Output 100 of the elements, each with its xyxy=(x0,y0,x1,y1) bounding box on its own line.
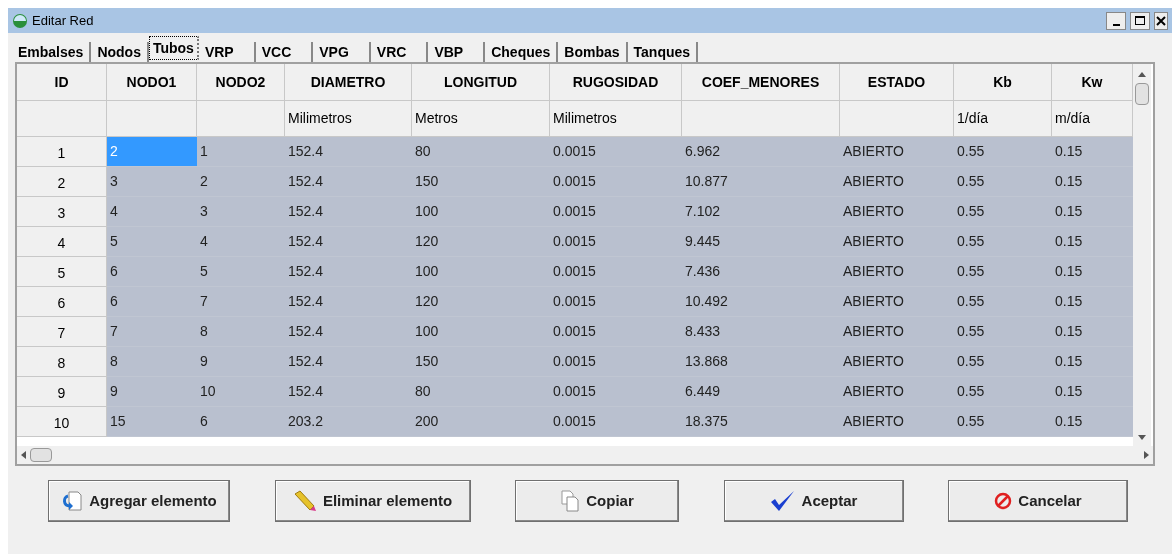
table-cell[interactable]: 150 xyxy=(412,347,550,377)
table-cell[interactable]: ABIERTO xyxy=(840,257,954,287)
action-button[interactable]: Agregar elemento xyxy=(48,480,230,522)
table-cell[interactable]: 200 xyxy=(412,407,550,437)
table-cell[interactable]: 4 xyxy=(107,197,197,227)
close-button[interactable] xyxy=(1154,11,1168,30)
scroll-left-icon[interactable] xyxy=(21,451,26,459)
table-cell[interactable]: 152.4 xyxy=(285,317,412,347)
table-cell[interactable]: ABIERTO xyxy=(840,377,954,407)
row-header[interactable]: 9 xyxy=(17,377,107,407)
table-cell[interactable]: 18.375 xyxy=(682,407,840,437)
table-cell[interactable]: 0.55 xyxy=(954,137,1052,167)
table-cell[interactable]: 152.4 xyxy=(285,347,412,377)
table-cell[interactable]: 0.0015 xyxy=(550,287,682,317)
table-cell[interactable]: 4 xyxy=(197,227,285,257)
table-cell[interactable]: 6 xyxy=(107,287,197,317)
table-cell[interactable]: 0.15 xyxy=(1052,287,1133,317)
vertical-scrollbar[interactable] xyxy=(1133,64,1151,446)
table-cell[interactable]: 15 xyxy=(107,407,197,437)
action-button[interactable]: Copiar xyxy=(515,480,679,522)
table-cell[interactable]: 0.0015 xyxy=(550,377,682,407)
table-cell[interactable]: 6.449 xyxy=(682,377,840,407)
table-cell[interactable]: 9 xyxy=(197,347,285,377)
table-cell[interactable]: 152.4 xyxy=(285,167,412,197)
action-button[interactable]: Cancelar xyxy=(948,480,1128,522)
tab[interactable]: Tubos xyxy=(148,36,199,60)
column-header[interactable]: DIAMETRO xyxy=(285,64,412,101)
table-cell[interactable]: ABIERTO xyxy=(840,227,954,257)
table-cell[interactable]: 0.15 xyxy=(1052,347,1133,377)
table-cell[interactable]: 0.55 xyxy=(954,317,1052,347)
table-cell[interactable]: 0.15 xyxy=(1052,137,1133,167)
row-header[interactable]: 4 xyxy=(17,227,107,257)
table-cell[interactable]: 7 xyxy=(107,317,197,347)
table-cell[interactable]: 100 xyxy=(412,317,550,347)
column-header[interactable]: Kb xyxy=(954,64,1052,101)
table-cell[interactable]: 0.15 xyxy=(1052,257,1133,287)
table-cell[interactable]: 6 xyxy=(107,257,197,287)
table-cell[interactable]: ABIERTO xyxy=(840,347,954,377)
table-cell[interactable]: 5 xyxy=(107,227,197,257)
scroll-right-icon[interactable] xyxy=(1144,451,1149,459)
row-header[interactable]: 5 xyxy=(17,257,107,287)
table-cell[interactable]: 0.0015 xyxy=(550,257,682,287)
table-cell[interactable]: 0.0015 xyxy=(550,227,682,257)
table-cell[interactable]: 0.15 xyxy=(1052,407,1133,437)
action-button[interactable]: Aceptar xyxy=(723,480,904,522)
table-cell[interactable]: 9 xyxy=(107,377,197,407)
column-header[interactable]: LONGITUD xyxy=(412,64,550,101)
table-cell[interactable]: 8 xyxy=(197,317,285,347)
table-cell[interactable]: 0.55 xyxy=(954,167,1052,197)
table-cell[interactable]: 152.4 xyxy=(285,287,412,317)
column-header[interactable]: NODO2 xyxy=(197,64,285,101)
column-header[interactable]: ID xyxy=(17,64,107,101)
maximize-button[interactable] xyxy=(1130,11,1150,30)
table-cell[interactable]: 152.4 xyxy=(285,257,412,287)
table-cell[interactable]: 3 xyxy=(107,167,197,197)
table-cell[interactable]: 80 xyxy=(412,137,550,167)
row-header[interactable]: 3 xyxy=(17,197,107,227)
table-cell[interactable]: 0.55 xyxy=(954,197,1052,227)
scroll-up-icon[interactable] xyxy=(1138,72,1146,77)
table-cell[interactable]: 0.0015 xyxy=(550,317,682,347)
table-cell[interactable]: ABIERTO xyxy=(840,287,954,317)
table-cell[interactable]: 8 xyxy=(107,347,197,377)
minimize-button[interactable] xyxy=(1106,11,1126,30)
table-cell[interactable]: 150 xyxy=(412,167,550,197)
table-cell[interactable]: 100 xyxy=(412,197,550,227)
table-cell[interactable]: 0.15 xyxy=(1052,167,1133,197)
table-cell[interactable]: 0.0015 xyxy=(550,137,682,167)
column-header[interactable]: Kw xyxy=(1052,64,1133,101)
table-cell[interactable]: ABIERTO xyxy=(840,137,954,167)
table-cell[interactable]: ABIERTO xyxy=(840,407,954,437)
table-cell[interactable]: 6.962 xyxy=(682,137,840,167)
table-cell[interactable]: 0.15 xyxy=(1052,377,1133,407)
table-cell[interactable]: 0.15 xyxy=(1052,227,1133,257)
table-cell[interactable]: 0.55 xyxy=(954,227,1052,257)
column-header[interactable]: NODO1 xyxy=(107,64,197,101)
action-button[interactable]: Eliminar elemento xyxy=(274,480,471,522)
scroll-thumb[interactable] xyxy=(30,448,52,462)
column-header[interactable]: COEF_MENORES xyxy=(682,64,840,101)
table-cell[interactable]: 3 xyxy=(197,197,285,227)
table-cell[interactable]: 0.55 xyxy=(954,347,1052,377)
column-header[interactable]: RUGOSIDAD xyxy=(550,64,682,101)
table-cell[interactable]: 80 xyxy=(412,377,550,407)
table-cell[interactable]: 0.15 xyxy=(1052,317,1133,347)
table-cell[interactable]: ABIERTO xyxy=(840,317,954,347)
table-cell[interactable]: 1 xyxy=(197,137,285,167)
column-header[interactable]: ESTADO xyxy=(840,64,954,101)
table-cell[interactable]: 152.4 xyxy=(285,377,412,407)
table-cell[interactable]: 0.0015 xyxy=(550,347,682,377)
table-cell[interactable]: 10.492 xyxy=(682,287,840,317)
horizontal-scrollbar[interactable] xyxy=(17,446,1153,464)
table-cell[interactable]: 0.0015 xyxy=(550,407,682,437)
table-cell[interactable]: 0.0015 xyxy=(550,167,682,197)
row-header[interactable]: 2 xyxy=(17,167,107,197)
table-cell[interactable]: 0.55 xyxy=(954,407,1052,437)
row-header[interactable]: 1 xyxy=(17,137,107,167)
table-cell[interactable]: 13.868 xyxy=(682,347,840,377)
table-cell[interactable]: 8.433 xyxy=(682,317,840,347)
table-cell[interactable]: 2 xyxy=(197,167,285,197)
scroll-thumb[interactable] xyxy=(1135,83,1149,105)
table-cell[interactable]: 9.445 xyxy=(682,227,840,257)
